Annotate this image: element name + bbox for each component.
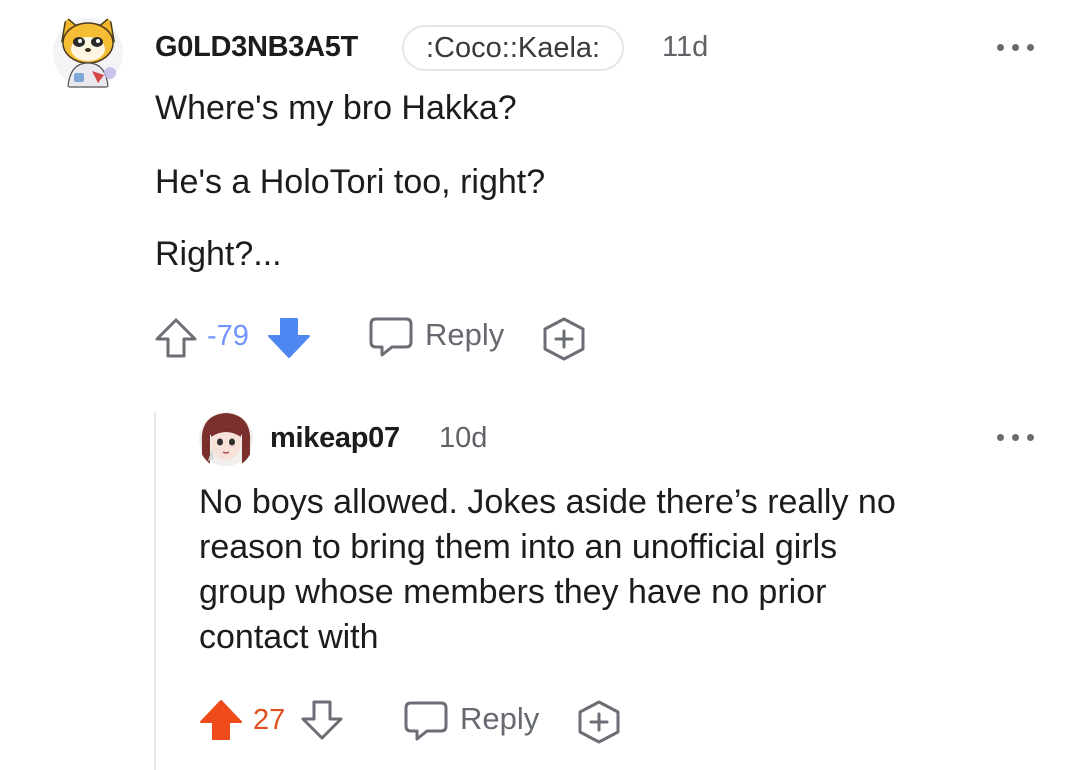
- more-options-icon[interactable]: [997, 42, 1035, 52]
- award-plus-icon[interactable]: [541, 316, 587, 367]
- vote-score: 27: [253, 704, 286, 736]
- comment-text-line: Right?...: [155, 235, 282, 273]
- comment-text-line: He's a HoloTori too, right?: [155, 163, 546, 201]
- downvote-arrow-icon[interactable]: [266, 316, 312, 365]
- reply-bubble-icon[interactable]: [403, 700, 449, 747]
- anime-girl-avatar[interactable]: [198, 409, 254, 469]
- vote-score: -79: [207, 320, 249, 352]
- user-flair: :Coco::Kaela:: [402, 25, 625, 71]
- comment-text-line: Where's my bro Hakka?: [155, 89, 517, 127]
- reply-button[interactable]: Reply: [425, 317, 504, 353]
- thread-line[interactable]: [154, 412, 156, 770]
- upvote-arrow-icon[interactable]: [154, 317, 198, 364]
- comment-text-line: reason to bring them into an unofficial …: [199, 528, 838, 566]
- reply-bubble-icon[interactable]: [368, 316, 414, 363]
- reply-button[interactable]: Reply: [460, 701, 539, 737]
- comment-text-line: No boys allowed. Jokes aside there’s rea…: [199, 483, 896, 521]
- award-plus-icon[interactable]: [576, 699, 622, 750]
- comment-text-line: contact with: [199, 618, 379, 656]
- downvote-arrow-icon[interactable]: [300, 699, 344, 746]
- username[interactable]: mikeap07: [270, 422, 400, 455]
- comment-text-line: group whose members they have no prior: [199, 573, 827, 611]
- comment-age: 10d: [439, 422, 488, 454]
- more-options-icon[interactable]: [997, 432, 1035, 442]
- username[interactable]: G0LD3NB3A5T: [155, 31, 358, 64]
- upvote-arrow-icon[interactable]: [198, 698, 244, 747]
- comment-age: 11d: [662, 31, 709, 63]
- shiba-dog-avatar[interactable]: [52, 13, 124, 93]
